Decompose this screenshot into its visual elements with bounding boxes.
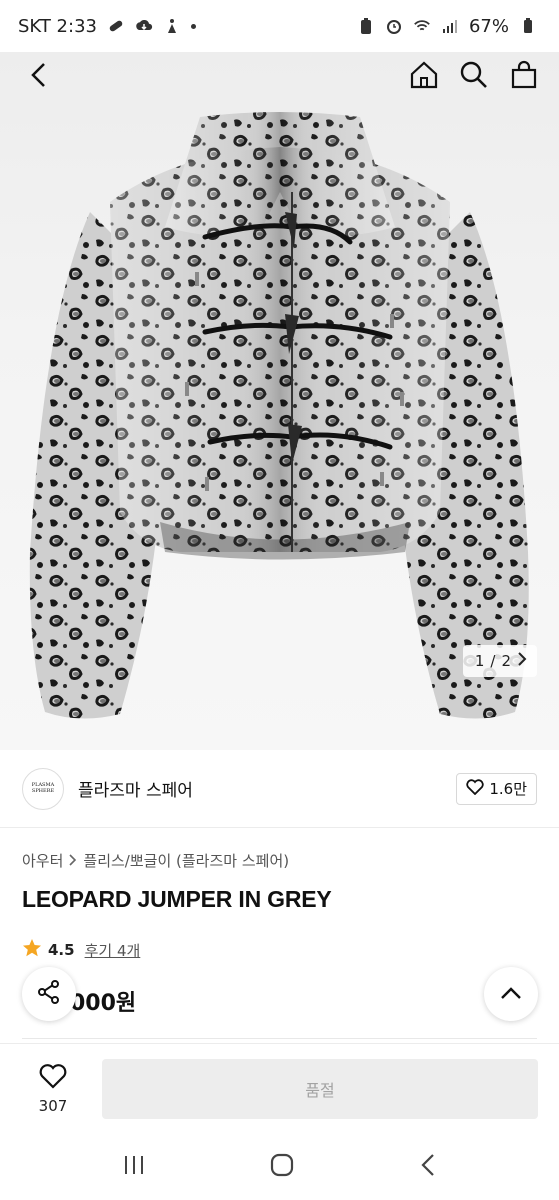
alarm-icon [385,17,403,35]
seller-like-count: 1.6만 [489,780,527,798]
breadcrumb: 아우터 플리스/뽀글이 (플라즈마 스페어) [22,850,289,871]
chevron-up-icon [500,985,522,1004]
chevron-left-icon[interactable] [24,60,54,90]
signal-icon [441,17,459,35]
soldout-button[interactable]: 품절 [102,1058,538,1119]
review-count-link[interactable]: 후기 4개 [85,940,141,961]
battery-percent: 67% [468,15,509,37]
search-icon[interactable] [459,60,489,90]
chevron-right-icon [69,852,77,870]
wishlist-count: 307 [38,1096,68,1115]
gallery-current: 1 [474,652,485,670]
battery-saver-icon [357,17,375,35]
wifi-icon [413,17,431,35]
rating-row: 4.5 후기 4개 [22,938,140,962]
wishlist-button[interactable]: 307 [20,1063,86,1115]
recent-apps-icon[interactable] [122,1153,146,1181]
breadcrumb-subcategory[interactable]: 플리스/뽀글이 (플라즈마 스페어) [83,850,289,871]
rating-value: 4.5 [48,941,75,959]
shopping-bag-icon[interactable] [509,60,539,90]
share-button[interactable] [22,967,76,1021]
section-divider [22,1038,537,1039]
home-icon[interactable] [409,60,439,90]
share-icon [36,979,62,1009]
top-navigation [0,52,559,98]
system-navigation-bar [0,1133,559,1200]
battery-icon [519,17,537,35]
cloud-download-icon [135,17,153,35]
product-price: 000원 [70,991,137,1016]
gallery-total: 2 [501,652,511,670]
pill-icon [107,17,125,35]
heart-icon [466,778,484,799]
status-bar: SKT 2:33 67% [0,0,559,52]
seller-logo[interactable]: PLASMA SPHERE [22,767,64,810]
gallery-separator: / [490,652,496,670]
chevron-right-icon[interactable] [517,652,527,670]
carrier-time: SKT 2:33 [18,15,97,37]
notification-dot-icon [190,23,196,29]
breadcrumb-category[interactable]: 아우터 [22,850,63,871]
heart-icon [39,1063,67,1093]
seller-name[interactable]: 플라즈마 스페어 [78,776,193,801]
seller-like-button[interactable]: 1.6만 [456,772,537,805]
back-icon[interactable] [419,1152,437,1182]
star-icon [22,938,42,962]
product-title: LEOPARD JUMPER IN GREY [22,886,332,912]
bottom-action-bar: 307 품절 [0,1043,559,1133]
seller-row[interactable]: PLASMA SPHERE 플라즈마 스페어 1.6만 [0,750,559,828]
scroll-to-top-button[interactable] [484,967,538,1021]
gallery-pager[interactable]: 1 / 2 [462,645,537,677]
home-button-icon[interactable] [269,1152,295,1182]
figure-icon [163,17,181,35]
